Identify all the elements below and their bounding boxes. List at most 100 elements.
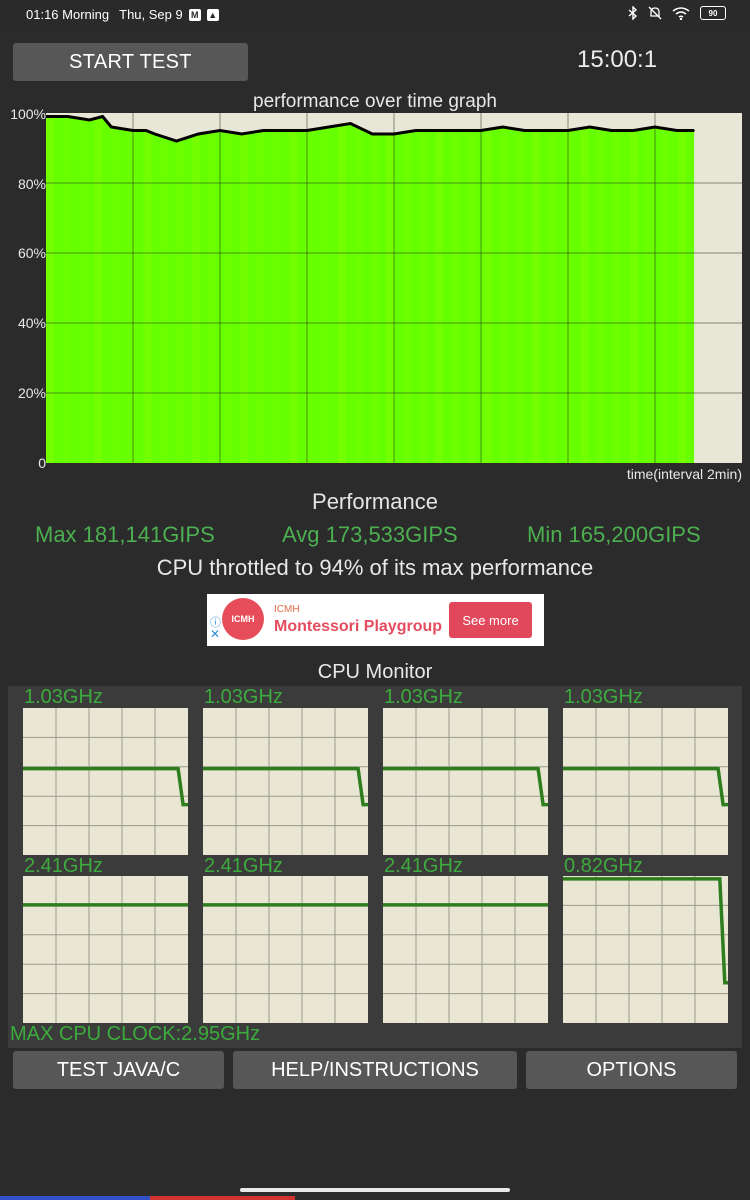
performance-point (393, 133, 395, 135)
core-4-freq: 2.41GHz (24, 855, 103, 877)
battery-icon: 90 (700, 6, 726, 20)
help-instructions-button[interactable]: HELP/INSTRUCTIONS (233, 1051, 517, 1089)
core-4-graph (23, 876, 188, 1023)
core-6-graph-svg (383, 876, 548, 1023)
performance-band (629, 113, 638, 463)
core-1-graph-svg (203, 708, 368, 855)
performance-band (127, 113, 136, 463)
home-gesture-bar[interactable] (240, 1188, 510, 1192)
performance-point (676, 129, 678, 132)
performance-band (240, 113, 249, 463)
ad-logo: ICMH (222, 598, 264, 640)
status-right: 90 (628, 6, 726, 20)
performance-band (62, 113, 71, 463)
core-4-graph-svg (23, 876, 188, 1023)
status-left: 01:16 Morning Thu, Sep 9 M ▲ (26, 7, 219, 22)
core-2-graph-svg (383, 708, 548, 855)
performance-point (545, 129, 548, 132)
performance-band (289, 113, 298, 463)
max-cpu-clock: MAX CPU CLOCK:2.95GHz (10, 1023, 261, 1045)
ad-title[interactable]: Montessori Playgroup (274, 618, 442, 636)
performance-band (402, 113, 411, 463)
core-7-graph-svg (563, 876, 728, 1023)
wifi-icon (672, 6, 690, 20)
core-3-freq: 1.03GHz (564, 686, 643, 708)
performance-point (241, 133, 243, 135)
performance-band (499, 113, 508, 463)
y-tick-40: 40% (17, 315, 46, 331)
core-0-freq: 1.03GHz (24, 686, 103, 708)
core-frequency-line (383, 766, 548, 807)
core-3-graph-svg (563, 708, 728, 855)
test-java-c-button[interactable]: TEST JAVA/C (13, 1051, 224, 1089)
performance-point (693, 129, 695, 132)
gmail-icon: M (188, 8, 201, 21)
performance-point (284, 129, 287, 132)
performance-band (191, 113, 200, 463)
performance-point (88, 119, 91, 121)
performance-heading: Performance (312, 489, 438, 514)
time-axis-label: time(interval 2min) (626, 466, 742, 482)
performance-band (353, 113, 362, 463)
core-0-graph (23, 708, 188, 855)
performance-point (436, 129, 439, 132)
test-timer: 15:00:1 (577, 46, 658, 73)
core-2-graph (383, 708, 548, 855)
options-button[interactable]: OPTIONS (526, 1051, 737, 1089)
performance-band (143, 113, 152, 463)
graph-title: performance over time graph (253, 91, 497, 112)
performance-point (567, 129, 569, 132)
max-stat: Max 181,141GIPS (35, 522, 215, 547)
performance-point (101, 115, 104, 118)
close-icon[interactable]: ✕ (210, 628, 220, 640)
performance-point (523, 129, 526, 132)
avg-stat: Avg 173,533GIPS (282, 522, 458, 547)
ad-see-more-button[interactable]: See more (449, 602, 532, 638)
drive-icon: ▲ (206, 8, 219, 21)
performance-point (175, 140, 178, 142)
performance-band (515, 113, 524, 463)
status-time: 01:16 Morning (26, 7, 110, 22)
ad-banner[interactable]: ⓘ ✕ ICMH ICMH Montessori Playgroup See m… (207, 594, 544, 646)
performance-point (458, 129, 461, 132)
cpu-monitor-title: CPU Monitor (317, 661, 433, 683)
performance-point (415, 129, 417, 132)
performance-band (337, 113, 346, 463)
performance-point (110, 126, 113, 128)
performance-point (132, 129, 134, 132)
performance-point (632, 129, 635, 132)
core-7-freq: 0.82GHz (564, 855, 643, 877)
performance-point (67, 115, 69, 118)
performance-band (434, 113, 443, 463)
core-5-freq: 2.41GHz (204, 855, 283, 877)
core-frequency-line (563, 766, 728, 807)
core-5-graph-svg (203, 876, 368, 1023)
performance-point (145, 129, 147, 132)
performance-band (94, 113, 103, 463)
status-bar: 01:16 Morning Thu, Sep 9 M ▲ 90 (0, 0, 750, 30)
core-6-freq: 2.41GHz (384, 855, 463, 877)
core-7-graph (563, 876, 728, 1023)
performance-band (159, 113, 168, 463)
performance-band (418, 113, 427, 463)
performance-point (349, 122, 352, 125)
y-tick-20: 20% (17, 385, 46, 401)
performance-point (654, 126, 656, 128)
performance-band (483, 113, 492, 463)
performance-band (110, 113, 119, 463)
performance-band (451, 113, 460, 463)
core-frequency-line (203, 766, 368, 807)
start-test-button[interactable]: START TEST (13, 43, 248, 81)
performance-point (328, 126, 330, 128)
performance-point (154, 133, 156, 135)
status-date: Thu, Sep 9 (119, 7, 183, 22)
performance-point (480, 129, 482, 132)
core-0-graph-svg (23, 708, 188, 855)
performance-point (610, 129, 613, 132)
performance-band (386, 113, 395, 463)
y-tick-100: 100% (10, 106, 46, 122)
performance-band (677, 113, 686, 463)
performance-point (262, 129, 265, 132)
y-tick-0: 0 (38, 455, 46, 471)
core-frequency-line (563, 877, 728, 985)
